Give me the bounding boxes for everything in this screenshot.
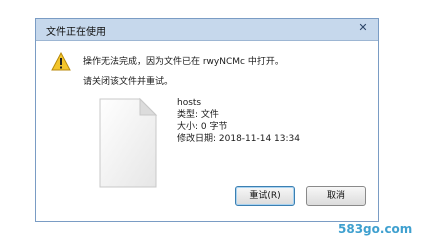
file-in-use-dialog: 文件正在使用 ✕ 操作无法完成，因为文件已在 rwyNCMc 中打开。 请关闭该… (35, 18, 379, 222)
title-bar: 文件正在使用 ✕ (36, 19, 378, 41)
file-name: hosts (177, 98, 202, 108)
file-document-icon (99, 97, 158, 188)
dialog-title: 文件正在使用 (46, 27, 106, 38)
instruction-message: 请关闭该文件并重试。 (83, 77, 174, 87)
close-icon[interactable]: ✕ (356, 21, 370, 35)
file-type: 类型: 文件 (177, 110, 219, 120)
file-info: hosts 类型: 文件 大小: 0 字节 修改日期: 2018-11-14 1… (177, 97, 300, 145)
watermark-logo: 583go.com (338, 222, 413, 236)
file-modified-date: 修改日期: 2018-11-14 13:34 (177, 134, 300, 144)
cancel-button[interactable]: 取消 (306, 186, 366, 206)
error-message: 操作无法完成，因为文件已在 rwyNCMc 中打开。 (83, 57, 284, 67)
file-size: 大小: 0 字节 (177, 122, 228, 132)
retry-button[interactable]: 重试(R) (235, 186, 295, 206)
warning-icon (51, 52, 71, 71)
